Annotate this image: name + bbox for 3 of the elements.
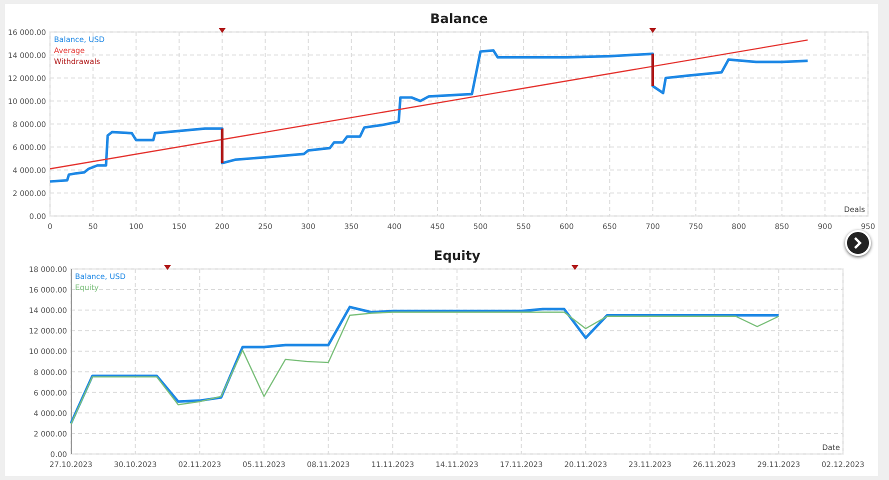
chart-title: Balance: [430, 12, 488, 27]
chevron-right-icon: [853, 237, 863, 249]
chart-title: Equity: [434, 249, 480, 264]
